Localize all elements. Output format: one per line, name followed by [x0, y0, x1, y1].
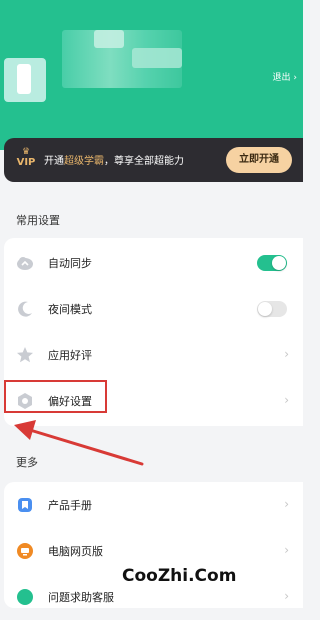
more-label: 产品手册 [48, 499, 92, 512]
setting-row-night-mode[interactable]: 夜间模式 [4, 286, 303, 332]
vip-promo-text: 开通超级学霸，尊享全部超能力 [44, 156, 184, 167]
section-title-common-settings: 常用设置 [16, 214, 60, 227]
setting-label: 应用好评 [48, 349, 92, 362]
chevron-right-icon: › [284, 543, 289, 557]
more-card: 产品手册 › 电脑网页版 › 问题求助客服 › [4, 482, 303, 608]
avatar[interactable] [4, 58, 46, 102]
chevron-right-icon: › [284, 347, 289, 361]
more-label: 电脑网页版 [48, 545, 103, 558]
star-icon [17, 347, 33, 363]
watermark: CooZhi.Com [122, 566, 237, 586]
annotation-highlight-box [4, 380, 107, 413]
username-blurred-part [132, 48, 182, 68]
night-mode-toggle[interactable] [257, 301, 287, 317]
setting-label: 自动同步 [48, 257, 92, 270]
manual-icon [18, 498, 32, 512]
vip-promo-card[interactable]: ♛ VIP 开通超级学霸，尊享全部超能力 立即开通 [4, 138, 303, 182]
setting-row-auto-sync[interactable]: 自动同步 [4, 240, 303, 286]
logout-link[interactable]: 退出 › [273, 70, 297, 83]
web-version-icon [17, 543, 33, 559]
chevron-right-icon: › [284, 497, 289, 511]
vip-crown-icon: ♛ VIP [16, 147, 36, 169]
cloud-sync-icon [17, 257, 33, 270]
auto-sync-toggle[interactable] [257, 255, 287, 271]
setting-row-app-rating[interactable]: 应用好评 › [4, 332, 303, 378]
help-icon [17, 589, 33, 605]
chevron-right-icon: › [284, 589, 289, 603]
setting-label: 夜间模式 [48, 303, 92, 316]
section-title-more: 更多 [16, 456, 38, 469]
moon-icon [18, 301, 32, 317]
open-vip-button[interactable]: 立即开通 [226, 147, 292, 173]
chevron-right-icon: › [284, 393, 289, 407]
more-label: 问题求助客服 [48, 591, 114, 604]
profile-header: 退出 › [0, 0, 303, 150]
more-row-product-manual[interactable]: 产品手册 › [4, 482, 303, 528]
username-blurred-part [94, 30, 124, 48]
